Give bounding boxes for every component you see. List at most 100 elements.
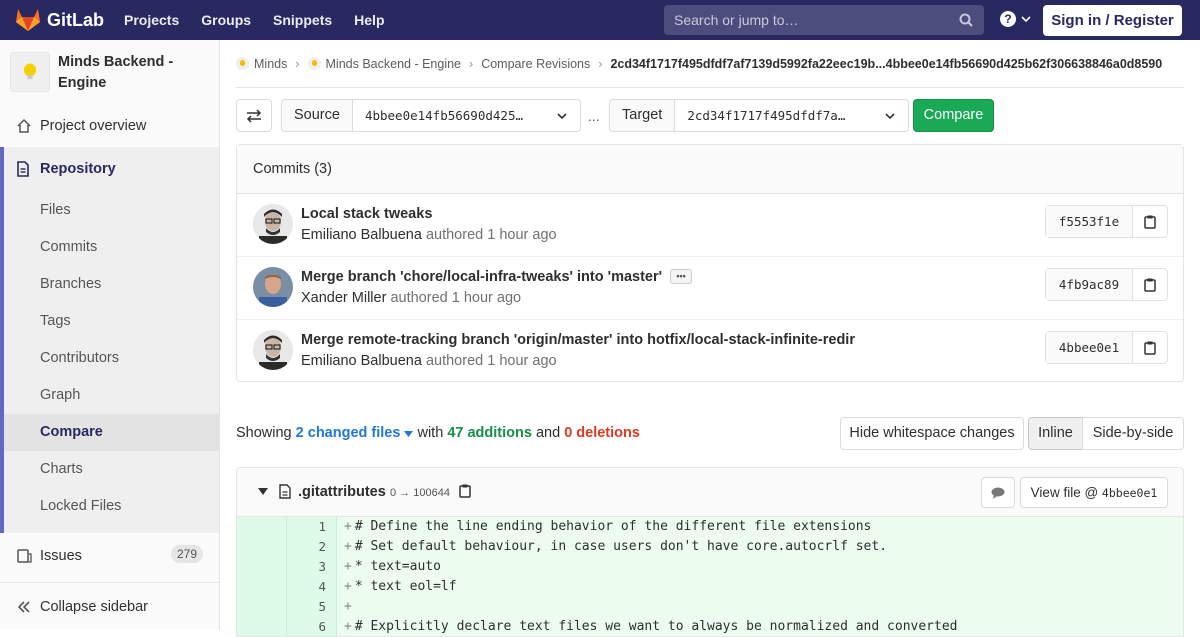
commit-author[interactable]: Emiliano Balbuena	[301, 227, 422, 243]
line-content: # Define the line ending behavior of the…	[354, 519, 872, 534]
search-input[interactable]: Search or jump to…	[664, 5, 984, 35]
line-number[interactable]: 6	[287, 617, 337, 636]
hide-whitespace-button[interactable]: Hide whitespace changes	[840, 417, 1024, 450]
sidebar-item-tags[interactable]: Tags	[40, 313, 71, 329]
chevron-right-icon: ›	[469, 56, 474, 71]
file-mode: 0 → 100644	[390, 487, 450, 499]
file-name[interactable]: .gitattributes	[298, 484, 386, 500]
deletions-count: 0 deletions	[564, 425, 640, 441]
sidebar-item-branches[interactable]: Branches	[40, 276, 101, 292]
commit-sha-group: 4bbee0e1	[1045, 331, 1168, 364]
project-avatar-small	[307, 57, 321, 70]
commit-sha-group: 4fb9ac89	[1045, 268, 1168, 301]
line-content: # Explicitly declare text files we want …	[354, 619, 958, 634]
help-icon: ?	[1000, 11, 1016, 27]
commit-sha-group: f5553f1e	[1045, 205, 1168, 238]
view-file-button[interactable]: View file @ 4bbee0e1	[1020, 477, 1168, 508]
document-icon	[17, 161, 29, 177]
chevron-down-icon	[1021, 16, 1031, 23]
expand-message-button[interactable]: •••	[670, 269, 693, 284]
compare-button[interactable]: Compare	[913, 99, 994, 132]
changed-files-dropdown[interactable]: 2 changed files	[296, 425, 414, 441]
stats-text: Showing	[236, 425, 292, 441]
line-number[interactable]: 3	[287, 557, 337, 577]
gitlab-logo[interactable]: GitLab	[16, 9, 104, 31]
nav-help[interactable]: Help	[354, 12, 384, 28]
sidebar-item-contributors[interactable]: Contributors	[40, 350, 119, 366]
line-number[interactable]: 4	[287, 577, 337, 597]
file-header: .gitattributes 0 → 100644 View file @ 4b…	[237, 468, 1183, 517]
sidebar-item-graph[interactable]: Graph	[40, 387, 80, 403]
commit-title[interactable]: Merge branch 'chore/local-infra-tweaks' …	[301, 269, 693, 285]
breadcrumb-item[interactable]: Minds	[254, 57, 287, 71]
breadcrumb-item[interactable]: Compare Revisions	[481, 57, 590, 71]
caret-down-icon[interactable]	[258, 488, 268, 495]
nav-groups[interactable]: Groups	[201, 12, 251, 28]
commit-sha[interactable]: f5553f1e	[1046, 206, 1133, 237]
help-dropdown[interactable]: ?	[1000, 11, 1032, 27]
source-select[interactable]: Source 4bbee0e14fb56690d425…	[281, 99, 581, 132]
clipboard-icon[interactable]	[459, 484, 471, 498]
repository-section	[0, 147, 219, 533]
toggle-comments-button[interactable]	[981, 477, 1015, 508]
avatar[interactable]	[253, 267, 293, 307]
commit-row: Local stack tweaks Emiliano Balbuena aut…	[237, 194, 1183, 257]
nav-snippets[interactable]: Snippets	[273, 12, 332, 28]
collapse-label: Collapse sidebar	[40, 598, 149, 615]
inline-view-button[interactable]: Inline	[1028, 417, 1083, 450]
collapse-sidebar-button[interactable]: Collapse sidebar	[0, 588, 219, 625]
commit-time: 1 hour ago	[487, 227, 557, 243]
line-number[interactable]: 2	[287, 537, 337, 557]
copy-sha-button[interactable]	[1133, 206, 1167, 237]
sidebar-item-files[interactable]: Files	[40, 202, 71, 218]
additions-count: 47 additions	[447, 425, 532, 441]
commit-sha[interactable]: 4bbee0e1	[1046, 332, 1133, 363]
sign-in-button[interactable]: Sign in / Register	[1043, 5, 1182, 36]
copy-sha-button[interactable]	[1133, 269, 1167, 300]
file-icon	[279, 484, 291, 499]
diff-line: 5 +	[237, 597, 1183, 617]
line-number[interactable]: 1	[287, 517, 337, 537]
line-content: # Set default behaviour, in case users d…	[354, 539, 888, 554]
sidebar-item-charts[interactable]: Charts	[40, 461, 83, 477]
clipboard-icon	[1144, 341, 1156, 355]
top-navbar: GitLab Projects Groups Snippets Help Sea…	[0, 0, 1200, 40]
sidebar-item-locked-files[interactable]: Locked Files	[40, 498, 121, 514]
commit-author[interactable]: Emiliano Balbuena	[301, 353, 422, 369]
sidebar-item-label: Issues	[40, 547, 82, 564]
target-select[interactable]: Target 2cd34f1717f495dfdf7a…	[609, 99, 909, 132]
side-by-side-button[interactable]: Side-by-side	[1082, 417, 1184, 450]
project-avatar	[10, 52, 50, 92]
commit-title[interactable]: Merge remote-tracking branch 'origin/mas…	[301, 332, 855, 348]
comment-icon	[991, 487, 1005, 499]
copy-sha-button[interactable]	[1133, 332, 1167, 363]
sidebar-item-commits[interactable]: Commits	[40, 239, 97, 255]
commit-author[interactable]: Xander Miller	[301, 290, 386, 306]
tanuki-icon	[16, 9, 40, 31]
commit-sha[interactable]: 4fb9ac89	[1046, 269, 1133, 300]
clipboard-icon	[1144, 215, 1156, 229]
commit-meta: Emiliano Balbuena authored 1 hour ago	[301, 353, 557, 369]
breadcrumb-item[interactable]: Minds Backend - Engine	[326, 57, 462, 71]
double-chevron-left-icon	[17, 600, 30, 613]
avatar[interactable]	[253, 330, 293, 370]
project-name: Minds Backend - Engine	[58, 54, 174, 91]
swap-revisions-button[interactable]	[236, 99, 272, 132]
target-label: Target	[610, 100, 676, 131]
line-number[interactable]: 5	[287, 597, 337, 617]
range-dots: ...	[588, 108, 600, 124]
diff-file: .gitattributes 0 → 100644 View file @ 4b…	[236, 467, 1184, 637]
avatar[interactable]	[253, 204, 293, 244]
sidebar-item-compare[interactable]: Compare	[40, 424, 103, 440]
sidebar-divider	[0, 582, 219, 583]
line-content: * text=auto	[354, 559, 441, 574]
caret-down-icon	[404, 431, 414, 437]
diff-line: 4 + * text eol=lf	[237, 577, 1183, 597]
search-placeholder: Search or jump to…	[674, 12, 799, 28]
commit-title[interactable]: Local stack tweaks	[301, 206, 432, 222]
diff-line: 6 + # Explicitly declare text files we wan…	[237, 617, 1183, 636]
nav-projects[interactable]: Projects	[124, 12, 179, 28]
sidebar-item-project-overview[interactable]: Project overview	[0, 107, 219, 144]
sidebar-item-repository[interactable]: Repository	[0, 147, 219, 191]
commit-meta: Xander Miller authored 1 hour ago	[301, 290, 522, 306]
